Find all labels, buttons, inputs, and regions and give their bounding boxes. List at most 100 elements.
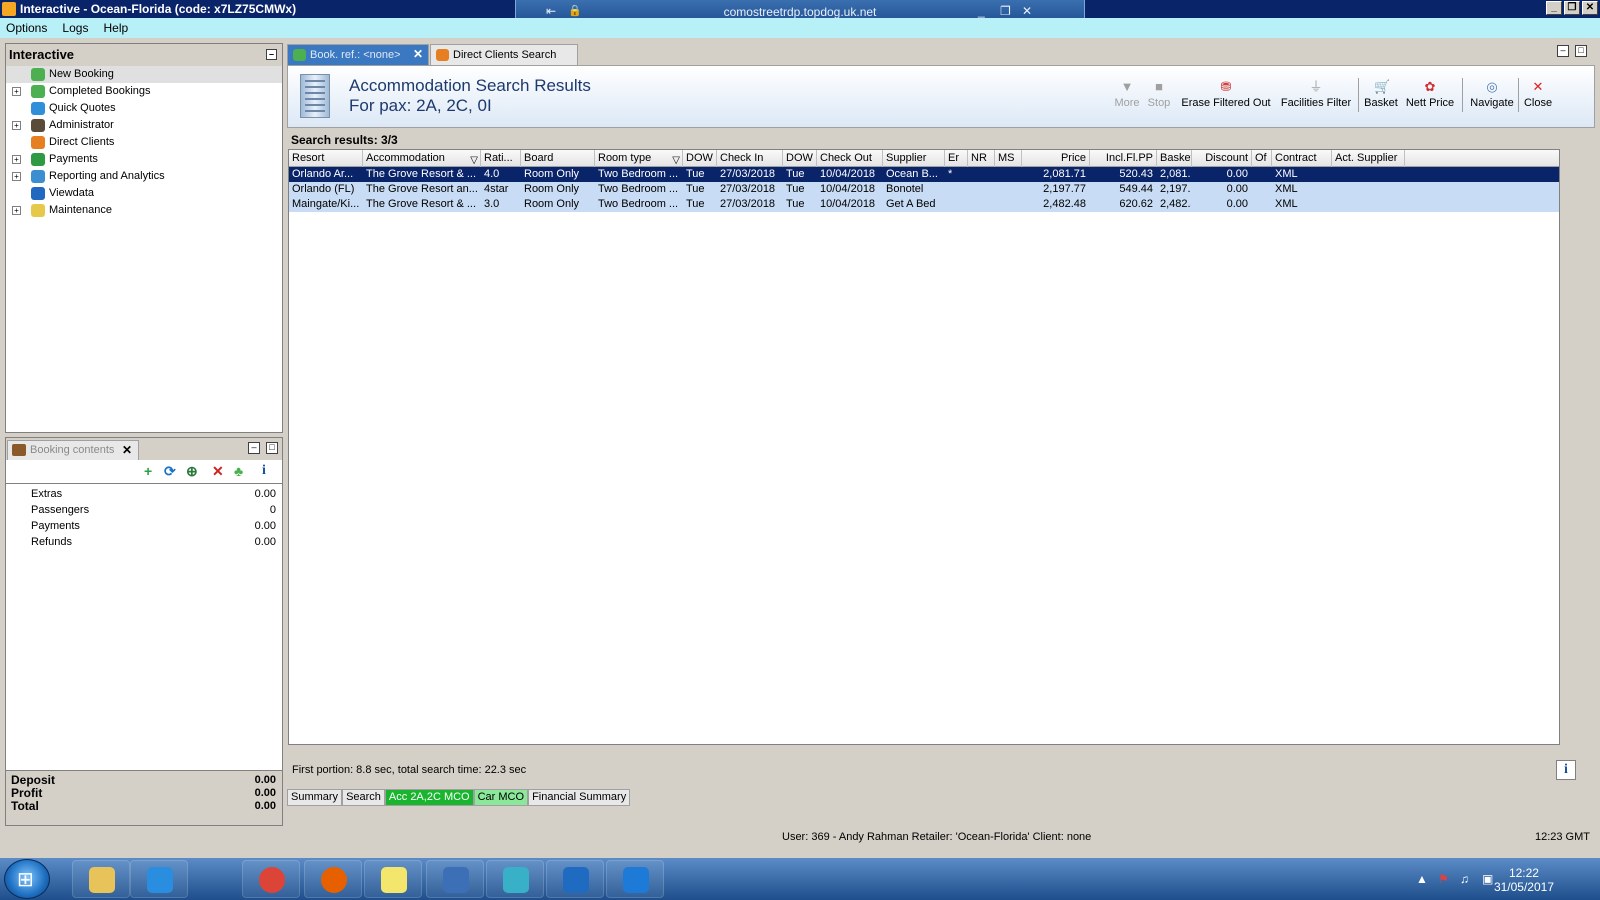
- bottom-tab[interactable]: Summary: [287, 789, 343, 806]
- column-header[interactable]: DOW: [783, 150, 817, 167]
- column-header-label: Of: [1255, 152, 1267, 164]
- close-button[interactable]: ✕ Close: [1523, 80, 1553, 110]
- maximize-main-button[interactable]: □: [1575, 45, 1587, 57]
- column-header[interactable]: DOW: [683, 150, 717, 167]
- close-tab-icon[interactable]: ✕: [122, 443, 132, 457]
- taskbar-item[interactable]: [130, 860, 188, 898]
- column-header[interactable]: Basket: [1157, 150, 1192, 167]
- volume-icon[interactable]: ♫: [1460, 872, 1469, 886]
- column-header[interactable]: Price: [1022, 150, 1090, 167]
- close-tab-icon[interactable]: ✕: [413, 47, 423, 61]
- add-icon[interactable]: +: [144, 464, 152, 478]
- info-icon[interactable]: i: [262, 464, 266, 478]
- rdp-minimize-button[interactable]: _: [978, 4, 985, 18]
- tree-item[interactable]: + Payments: [6, 151, 282, 168]
- taskbar-clock[interactable]: 12:22 31/05/2017: [1494, 866, 1554, 894]
- bottom-tab[interactable]: Acc 2A,2C MCO: [384, 789, 474, 806]
- column-header[interactable]: Check In: [717, 150, 783, 167]
- table-header: Resort Accommodation ▽ Rati... Board Room typ…: [289, 150, 1559, 167]
- rdp-restore-button[interactable]: ❐: [1000, 4, 1011, 18]
- admin-person-icon: [31, 119, 45, 132]
- column-header[interactable]: Room type ▽: [595, 150, 683, 167]
- stop-button[interactable]: ■ Stop: [1144, 80, 1174, 110]
- tree-item[interactable]: + Completed Bookings: [6, 83, 282, 100]
- navigate-button[interactable]: ◎ Navigate: [1468, 80, 1516, 110]
- tab-direct-clients-search[interactable]: Direct Clients Search: [430, 44, 578, 65]
- tree-item[interactable]: + Maintenance: [6, 202, 282, 219]
- tree-item[interactable]: + Reporting and Analytics: [6, 168, 282, 185]
- column-header[interactable]: Discount: [1192, 150, 1252, 167]
- taskbar-item[interactable]: [486, 860, 544, 898]
- maximize-panel-button[interactable]: □: [266, 442, 278, 454]
- bottom-tab[interactable]: Financial Summary: [528, 789, 631, 806]
- tab-booking-ref[interactable]: Book. ref.: <none> ✕: [287, 44, 429, 65]
- taskbar-item[interactable]: [304, 860, 362, 898]
- info-button[interactable]: i: [1556, 760, 1576, 780]
- taskbar-item[interactable]: [546, 860, 604, 898]
- bottom-tab[interactable]: Car MCO: [473, 789, 529, 806]
- column-header[interactable]: Er: [945, 150, 968, 167]
- taskbar-item[interactable]: [72, 860, 130, 898]
- menu-help[interactable]: Help: [98, 18, 135, 38]
- column-header[interactable]: Contract: [1272, 150, 1332, 167]
- column-header[interactable]: Check Out: [817, 150, 883, 167]
- minimize-main-button[interactable]: –: [1557, 45, 1569, 57]
- table-row[interactable]: Orlando Ar... The Grove Resort & ... 4.0 Ro…: [289, 167, 1559, 182]
- column-header[interactable]: Rati...: [481, 150, 521, 167]
- column-header[interactable]: Accommodation ▽: [363, 150, 481, 167]
- collapse-panel-button[interactable]: –: [266, 49, 277, 60]
- table-row[interactable]: Orlando (FL) The Grove Resort an... 4star R…: [289, 182, 1559, 197]
- facilities-filter-button[interactable]: ⏚ Facilities Filter: [1278, 80, 1354, 110]
- column-header[interactable]: NR: [968, 150, 995, 167]
- minimize-panel-button[interactable]: –: [248, 442, 260, 454]
- rdp-close-button[interactable]: ✕: [1022, 4, 1032, 18]
- maximize-button[interactable]: ❐: [1564, 1, 1580, 15]
- network-icon[interactable]: ▣: [1482, 872, 1493, 886]
- tree-item[interactable]: New Booking: [6, 66, 282, 83]
- close-window-button[interactable]: ✕: [1582, 1, 1598, 15]
- expand-icon[interactable]: +: [12, 206, 21, 215]
- tree-item[interactable]: + Administrator: [6, 117, 282, 134]
- menu-options[interactable]: Options: [0, 18, 53, 38]
- table-cell: 2,081.71: [1160, 168, 1191, 180]
- action-center-flag-icon[interactable]: ⚑: [1438, 872, 1449, 886]
- expand-icon[interactable]: +: [12, 87, 21, 96]
- delete-icon[interactable]: ✕: [212, 464, 224, 478]
- expand-icon[interactable]: +: [12, 172, 21, 181]
- taskbar-item[interactable]: [242, 860, 300, 898]
- nett-price-button[interactable]: ✿ Nett Price: [1404, 80, 1456, 110]
- file-explorer-icon: [89, 867, 115, 893]
- column-header[interactable]: Supplier: [883, 150, 945, 167]
- minimize-button[interactable]: _: [1546, 1, 1562, 15]
- column-header[interactable]: Board: [521, 150, 595, 167]
- basket-add-icon[interactable]: ⊕: [186, 464, 198, 478]
- basket-button[interactable]: 🛒 Basket: [1363, 80, 1399, 110]
- toolbar-button-label: Stop: [1147, 97, 1171, 109]
- column-header[interactable]: Incl.Fl.PP: [1090, 150, 1157, 167]
- table-row[interactable]: Maingate/Ki... The Grove Resort & ... 3.0 R…: [289, 197, 1559, 212]
- erase-filter-icon: ⛃: [1220, 79, 1232, 94]
- show-hidden-icons-icon[interactable]: ▲: [1416, 872, 1428, 886]
- bottom-tab[interactable]: Search: [342, 789, 385, 806]
- taskbar-item[interactable]: [426, 860, 484, 898]
- filter-icon[interactable]: ▽: [672, 152, 680, 167]
- expand-icon[interactable]: +: [12, 121, 21, 130]
- erase-filtered-out-button[interactable]: ⛃ Erase Filtered Out: [1181, 79, 1271, 110]
- tree-item[interactable]: Quick Quotes: [6, 100, 282, 117]
- taskbar-item[interactable]: [606, 860, 664, 898]
- more-button[interactable]: ▼ More: [1112, 80, 1142, 110]
- booking-contents-tab[interactable]: Booking contents ✕: [7, 440, 139, 460]
- palm-tree-icon[interactable]: ♣: [234, 464, 243, 478]
- expand-icon[interactable]: +: [12, 155, 21, 164]
- column-header[interactable]: Resort: [289, 150, 363, 167]
- taskbar-item[interactable]: [364, 860, 422, 898]
- menu-logs[interactable]: Logs: [56, 18, 94, 38]
- column-header[interactable]: Of: [1252, 150, 1272, 167]
- refresh-icon[interactable]: ⟳: [164, 464, 176, 478]
- tree-item[interactable]: Viewdata: [6, 185, 282, 202]
- tree-item[interactable]: Direct Clients: [6, 134, 282, 151]
- filter-icon[interactable]: ▽: [470, 152, 478, 167]
- column-header[interactable]: Act. Supplier: [1332, 150, 1405, 167]
- column-header[interactable]: MS: [995, 150, 1022, 167]
- start-button[interactable]: [4, 859, 50, 899]
